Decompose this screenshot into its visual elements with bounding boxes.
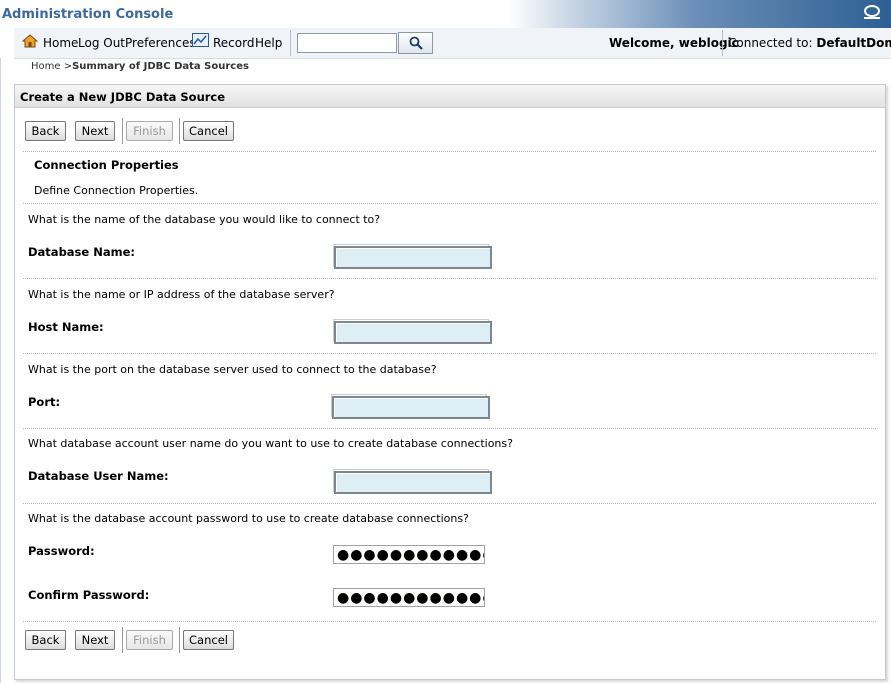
confirm-password-label: Confirm Password: <box>28 588 150 602</box>
title-bar: Administration Console <box>0 0 891 28</box>
help-link[interactable]: Help <box>255 36 282 50</box>
host-label: Host Name: <box>28 320 104 334</box>
divider <box>23 428 876 429</box>
user-question: What database account user name do you w… <box>28 437 513 450</box>
confirm-password-input[interactable]: ●●●●●●●●●●●●● <box>333 588 485 607</box>
divider <box>23 503 876 504</box>
port-label: Port: <box>28 395 61 409</box>
cancel-button[interactable]: Cancel <box>183 630 234 650</box>
password-label: Password: <box>28 544 95 558</box>
button-divider <box>179 627 180 653</box>
breadcrumb: Home >Summary of JDBC Data Sources <box>31 61 249 72</box>
password-question: What is the database account password to… <box>28 512 469 525</box>
port-input[interactable] <box>332 396 490 419</box>
home-icon[interactable] <box>21 33 39 52</box>
back-button[interactable]: Back <box>25 121 66 141</box>
section-title: Connection Properties <box>34 158 179 172</box>
app-title: Administration Console <box>2 7 174 22</box>
search-input[interactable] <box>297 33 397 53</box>
button-divider <box>122 627 123 653</box>
button-divider <box>122 118 123 144</box>
db-name-label: Database Name: <box>28 245 135 259</box>
divider <box>23 353 876 354</box>
top-toolbar: Home Log Out Preferences Record Help Wel… <box>14 28 891 59</box>
record-chart-icon[interactable] <box>192 33 209 51</box>
next-button[interactable]: Next <box>75 630 115 650</box>
back-button[interactable]: Back <box>25 630 66 650</box>
connected-label: Connected to: <box>728 36 813 50</box>
divider <box>23 151 876 152</box>
host-question: What is the name or IP address of the da… <box>28 288 335 301</box>
user-name-input[interactable] <box>334 471 492 494</box>
user-label: Database User Name: <box>28 469 169 483</box>
toolbar-divider <box>722 30 723 56</box>
port-question: What is the port on the database server … <box>28 363 437 376</box>
password-input[interactable]: ●●●●●●●●●●●●● <box>333 545 485 564</box>
db-name-input[interactable] <box>334 246 492 269</box>
finish-button: Finish <box>126 630 173 650</box>
preferences-link[interactable]: Preferences <box>125 36 196 50</box>
connected-domain: DefaultDomain <box>816 36 891 50</box>
divider <box>23 278 876 279</box>
magnifier-icon <box>409 36 423 50</box>
welcome-text: Welcome, weblogic <box>609 36 739 50</box>
create-datasource-panel: Create a New JDBC Data Source Back Next … <box>14 84 886 680</box>
breadcrumb-home[interactable]: Home > <box>31 61 72 72</box>
cancel-button[interactable]: Cancel <box>183 121 234 141</box>
divider <box>23 203 876 204</box>
panel-title: Create a New JDBC Data Source <box>20 90 226 104</box>
left-rule <box>0 58 1 683</box>
next-button[interactable]: Next <box>75 121 115 141</box>
db-name-question: What is the name of the database you wou… <box>28 213 381 226</box>
connected-to: Connected to: DefaultDomain <box>728 36 891 50</box>
button-divider <box>179 118 180 144</box>
record-link[interactable]: Record <box>213 36 254 50</box>
oracle-logo-icon <box>864 5 880 19</box>
divider <box>23 621 876 622</box>
host-input[interactable] <box>334 321 492 344</box>
logout-link[interactable]: Log Out <box>78 36 125 50</box>
toolbar-divider <box>290 30 291 56</box>
section-description: Define Connection Properties. <box>34 184 199 197</box>
panel-header: Create a New JDBC Data Source <box>15 85 885 108</box>
finish-button: Finish <box>126 121 173 141</box>
search-button[interactable] <box>398 32 433 54</box>
breadcrumb-current[interactable]: Summary of JDBC Data Sources <box>72 61 249 72</box>
home-link[interactable]: Home <box>43 36 78 50</box>
